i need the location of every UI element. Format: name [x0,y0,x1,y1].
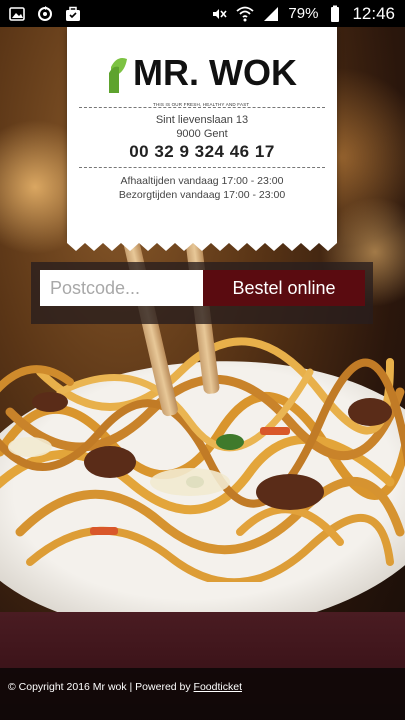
battery-icon [326,5,344,23]
receipt-torn-edge [67,237,337,251]
pickup-hours: Afhaaltijden vandaag 17:00 - 23:00 [120,175,284,187]
divider [79,107,325,108]
phone-number[interactable]: 00 32 9 324 46 17 [67,142,337,162]
postcode-input[interactable] [40,270,203,306]
brand-logo: MR. WOK [67,45,337,93]
mute-icon [210,5,228,23]
footer: © Copyright 2016 Mr wok | Powered by Foo… [0,668,405,720]
restaurant-info-card: MR. WOK THIS IS OUR FRESH, HEALTHY AND F… [67,27,337,251]
divider [79,167,325,168]
status-bar: 79% 12:46 [0,0,405,27]
delivery-hours: Bezorgtijden vandaag 17:00 - 23:00 [118,189,286,201]
image-icon [8,5,26,23]
sync-icon [36,5,54,23]
copyright-text: © Copyright 2016 Mr wok | Powered by [8,681,194,693]
order-online-button[interactable]: Bestel online [203,270,365,306]
wifi-icon [236,5,255,23]
footer-text: © Copyright 2016 Mr wok | Powered by Foo… [8,681,242,693]
battery-percent: 79% [288,5,319,22]
city: 9000 Gent [176,128,228,140]
brand-name: MR. WOK [133,52,297,93]
signal-icon [262,5,280,23]
foodticket-link[interactable]: Foodticket [194,681,242,693]
order-bar: Bestel online [31,262,373,324]
leaf-logo-icon [107,53,129,93]
clock: 12:46 [352,3,395,23]
briefcase-icon [64,5,82,23]
brand-tagline: THIS IS OUR FRESH, HEALTHY AND FAST [153,102,250,107]
street-address: Sint lievenslaan 13 [155,114,249,126]
